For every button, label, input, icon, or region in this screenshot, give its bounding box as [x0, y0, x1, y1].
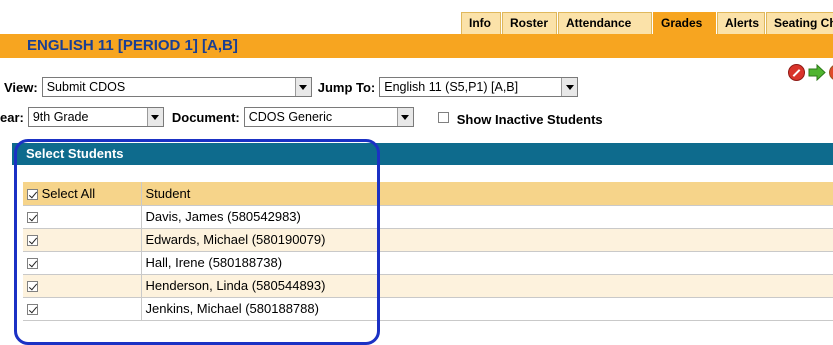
show-inactive-label: Show Inactive Students [456, 111, 603, 127]
section-header: Select Students [12, 143, 833, 165]
table-header-row: Select All Student [23, 182, 833, 206]
student-name: Edwards, Michael (580190079) [141, 228, 833, 252]
jump-to-select[interactable]: English 11 (S5,P1) [A,B] [379, 77, 579, 97]
year-select[interactable]: 9th Grade [27, 107, 164, 127]
row-select-cell [23, 251, 142, 275]
tab-grades[interactable]: Grades [653, 12, 716, 34]
row-checkbox[interactable] [27, 304, 38, 316]
row-checkbox[interactable] [27, 212, 38, 224]
student-name: Henderson, Linda (580544893) [141, 274, 833, 298]
chevron-down-icon [294, 78, 311, 96]
select-all-label: Select All [41, 185, 96, 201]
page-title: ENGLISH 11 [PERIOD 1] [A,B] [0, 34, 833, 58]
tab-seating-chart[interactable]: Seating Chart [766, 12, 833, 34]
tab-bar: Info Roster Attendance Grades Alerts Sea… [460, 12, 833, 34]
student-name: Davis, James (580542983) [141, 205, 833, 229]
document-label: Document: [171, 109, 240, 125]
row-checkbox[interactable] [27, 281, 38, 293]
row-select-cell [23, 297, 142, 321]
document-select-value: CDOS Generic [248, 110, 333, 124]
student-column-header: Student [141, 182, 833, 206]
row-checkbox[interactable] [27, 235, 38, 247]
row-checkbox[interactable] [27, 258, 38, 270]
view-select-value: Submit CDOS [46, 80, 126, 94]
year-select-value: 9th Grade [32, 110, 89, 124]
tab-attendance[interactable]: Attendance [558, 12, 652, 34]
table-row: Hall, Irene (580188738) [23, 251, 833, 275]
row-select-cell [23, 228, 142, 252]
table-row: Jenkins, Michael (580188788) [23, 297, 833, 321]
student-name: Jenkins, Michael (580188788) [141, 297, 833, 321]
chevron-down-icon [396, 108, 413, 126]
view-select[interactable]: Submit CDOS [41, 77, 312, 97]
help-icon[interactable] [829, 64, 833, 81]
document-select[interactable]: CDOS Generic [243, 107, 414, 127]
select-all-cell: Select All [23, 182, 142, 206]
row-select-cell [23, 205, 142, 229]
view-row: View: Submit CDOS Jump To: English 11 (S… [4, 76, 579, 98]
action-icons [788, 64, 833, 81]
year-row: ear: 9th Grade Document: CDOS Generic Sh… [0, 106, 607, 128]
table-row: Davis, James (580542983) [23, 205, 833, 229]
go-arrow-icon[interactable] [808, 64, 826, 81]
chevron-down-icon [561, 78, 578, 96]
students-table: Select All Student Davis, James (5805429… [23, 182, 833, 321]
select-all-checkbox[interactable] [27, 188, 38, 200]
tab-info[interactable]: Info [461, 12, 501, 34]
jump-to-label: Jump To: [317, 79, 376, 95]
year-label: ear: [0, 109, 24, 125]
tab-alerts[interactable]: Alerts [717, 12, 765, 34]
jump-to-select-value: English 11 (S5,P1) [A,B] [384, 80, 519, 94]
cancel-icon[interactable] [788, 64, 805, 81]
student-name: Hall, Irene (580188738) [141, 251, 833, 275]
tab-roster[interactable]: Roster [502, 12, 557, 34]
view-label: View: [4, 79, 38, 95]
row-select-cell [23, 274, 142, 298]
show-inactive-checkbox[interactable] [437, 111, 449, 123]
table-row: Edwards, Michael (580190079) [23, 228, 833, 252]
chevron-down-icon [146, 108, 163, 126]
table-row: Henderson, Linda (580544893) [23, 274, 833, 298]
